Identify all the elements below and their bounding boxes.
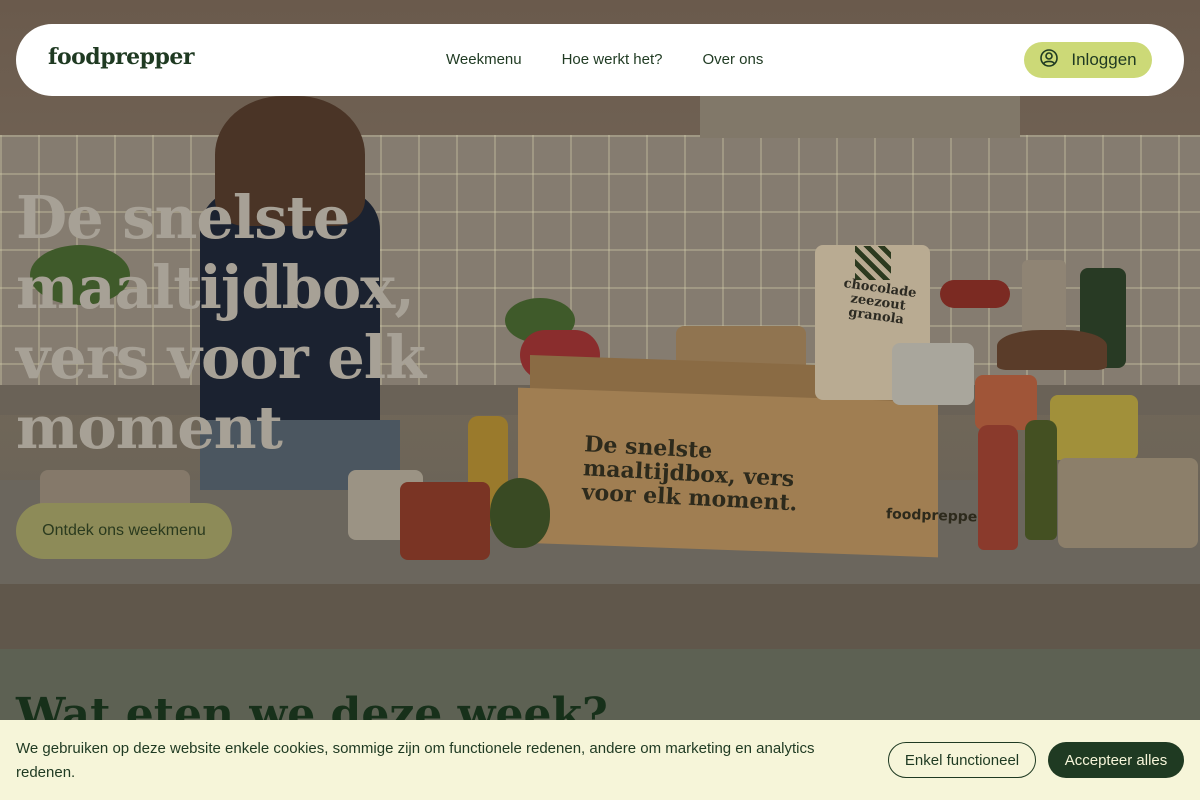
nav-link-about-us[interactable]: Over ons (702, 51, 763, 68)
hero-juice-bottle (1025, 420, 1057, 540)
hero-title: De snelste maaltijdbox, vers voor elk mo… (16, 183, 426, 462)
navbar: foodprepper Weekmenu Hoe werkt het? Over… (16, 24, 1184, 96)
hero-container (1050, 395, 1138, 460)
accept-all-button[interactable]: Accepteer alles (1048, 742, 1184, 778)
functional-only-button[interactable]: Enkel functioneel (888, 742, 1036, 778)
discover-weekmenu-button[interactable]: Ontdek ons weekmenu (16, 503, 232, 559)
hero-jar (1022, 260, 1066, 335)
hero-bread (997, 330, 1107, 370)
nav-link-weekmenu[interactable]: Weekmenu (446, 51, 522, 68)
hero-avocado (490, 478, 550, 548)
hero-floor (0, 584, 1200, 649)
cookie-text: We gebruiken op deze website enkele cook… (16, 740, 815, 781)
hero-container (892, 343, 974, 405)
hero-box-print: De snelste maaltijdbox, vers voor elk mo… (581, 431, 798, 517)
hero-shelf (700, 96, 1020, 138)
hero-tomatoes (940, 280, 1010, 308)
login-label: Inloggen (1071, 50, 1137, 69)
hero-juice-bottle (978, 425, 1018, 550)
hero-container (1058, 458, 1198, 548)
hero-container (400, 482, 490, 560)
logo[interactable]: foodprepper (48, 44, 195, 70)
nav-link-how-it-works[interactable]: Hoe werkt het? (562, 51, 663, 68)
nav-links: Weekmenu Hoe werkt het? Over ons (446, 51, 763, 68)
hero-granola-pattern (855, 246, 891, 280)
user-circle-icon (1039, 48, 1059, 73)
login-button[interactable]: Inloggen (1024, 42, 1152, 78)
hero-box-brand: foodprepper (885, 506, 985, 526)
